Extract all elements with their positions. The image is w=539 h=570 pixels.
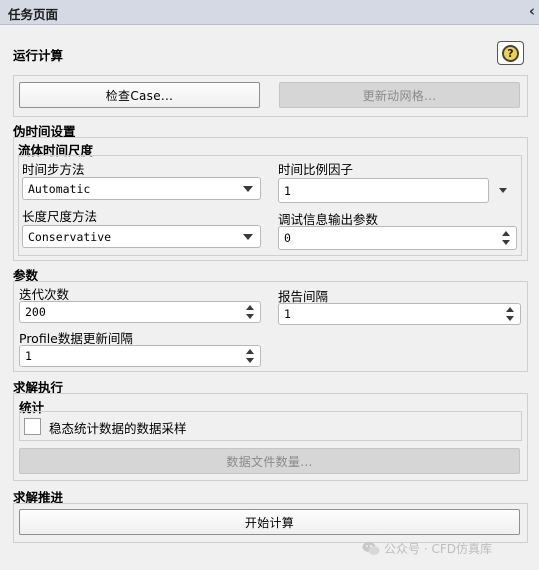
report-interval-input[interactable]: 1 [278,303,521,325]
help-button[interactable]: ? [497,41,524,65]
iterations-value: 200 [25,305,46,319]
run-calculation-heading: 运行计算 [13,48,64,63]
data-sampling-label: 稳态统计数据的数据采样 [49,421,187,436]
chevron-down-icon [243,186,253,192]
spin-up-icon[interactable] [506,307,514,312]
data-file-quantities-button[interactable]: 数据文件数量... [19,448,520,474]
spin-up-icon[interactable] [246,349,254,354]
watermark-text: 公众号 · CFD仿真库 [384,542,492,556]
iterations-input[interactable]: 200 [19,301,261,323]
time-scale-factor-value: 1 [284,183,291,198]
time-scale-factor-input[interactable]: 1 [278,178,489,203]
spin-down-icon[interactable] [502,240,510,245]
spin-up-icon[interactable] [502,231,510,236]
chevron-left-icon[interactable]: ‹ [529,2,535,20]
wechat-icon [362,541,380,555]
panel-title: 任务页面 [8,7,59,22]
chevron-down-icon [243,234,253,240]
calculate-button[interactable]: 开始计算 [19,509,520,535]
length-scale-method-value: Conservative [28,229,112,244]
time-scale-factor-label: 时间比例因子 [278,162,354,177]
verbosity-value: 0 [284,231,291,245]
help-icon: ? [502,44,519,62]
profile-update-interval-value: 1 [25,349,32,363]
profile-update-interval-input[interactable]: 1 [19,345,261,367]
spin-up-icon[interactable] [246,305,254,310]
watermark: 公众号 · CFD仿真库 [362,540,492,557]
spin-down-icon[interactable] [246,314,254,319]
spin-down-icon[interactable] [246,358,254,363]
length-scale-method-select[interactable]: Conservative [22,225,261,248]
panel-titlebar: 任务页面 ‹ [0,0,539,25]
time-scale-factor-dropdown-icon[interactable] [499,188,507,193]
verbosity-input[interactable]: 0 [278,226,517,250]
time-step-method-select[interactable]: Automatic [22,177,261,200]
time-step-method-label: 时间步方法 [22,162,85,177]
update-dynamic-mesh-button[interactable]: 更新动网格... [279,82,520,108]
time-step-method-value: Automatic [28,181,91,196]
spin-down-icon[interactable] [506,316,514,321]
check-case-button[interactable]: 检查Case... [19,82,260,108]
data-sampling-checkbox[interactable] [24,418,41,435]
length-scale-method-label: 长度尺度方法 [22,209,98,224]
report-interval-value: 1 [284,307,291,321]
